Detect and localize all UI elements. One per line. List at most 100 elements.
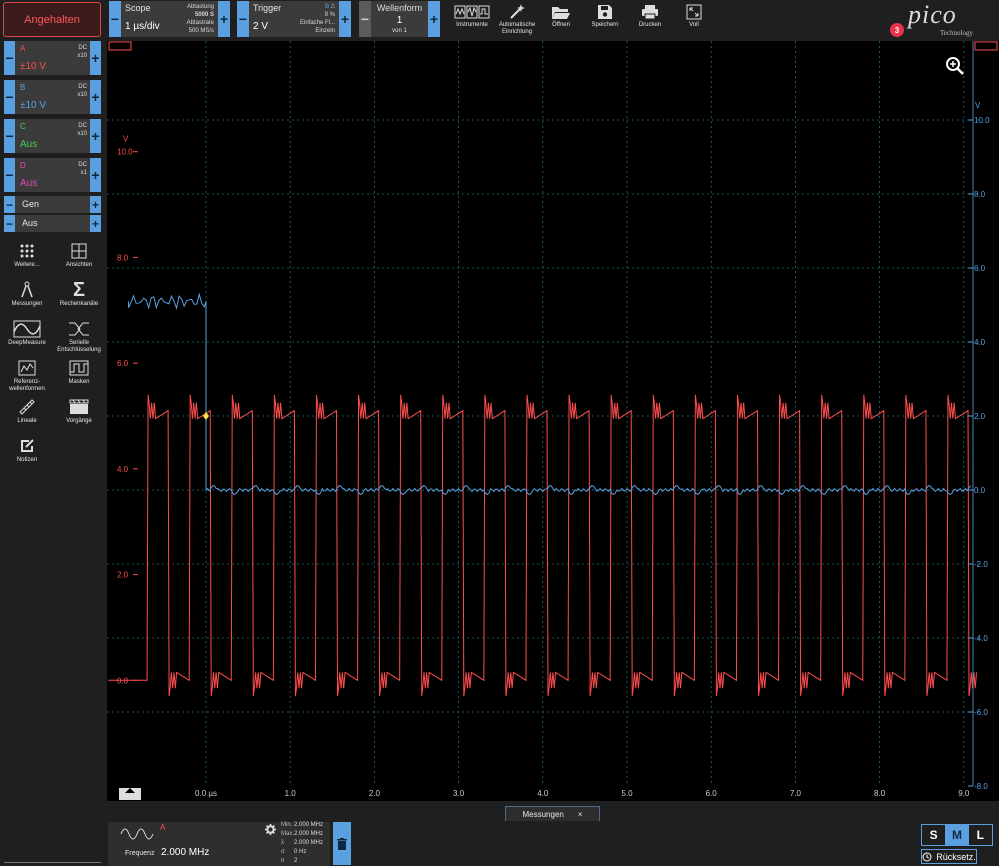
top-toolbar: Angehalten − Scope 1 µs/div Abtastung 50… [0,0,999,40]
trigger-decrease-button[interactable]: − [237,1,249,37]
right-axis-tick: 6.0 [974,264,986,273]
trigger-increase-button[interactable]: + [339,1,351,37]
left-axis-tick: 6.0 [117,359,129,368]
tool-measurements[interactable]: Messungen [2,279,52,308]
channel-a-coupling: DC x10 [77,45,87,59]
measurement-value: 2.000 MHz [161,847,210,858]
fullscreen-button[interactable]: Voll [668,2,720,38]
measurements-tab[interactable]: Messungen × [505,806,600,821]
size-toggle: S M L [921,824,993,846]
channel-a-decrease-button[interactable]: − [4,41,15,75]
tool-views[interactable]: Ansichten [54,240,104,269]
scope-title: Scope [125,3,151,13]
right-axis-tick: 2.0 [974,412,986,421]
save-icon [598,5,612,19]
channel-c-increase-button[interactable]: + [90,119,101,153]
channel-d-coupling: DC x1 [78,162,87,176]
channel-a-control[interactable]: − A DC x10 ±10 V + [4,41,101,75]
tool-notes[interactable]: Notizen [2,435,52,464]
zoom-in-icon [946,57,964,75]
tool-math-channels[interactable]: Σ Rechenkanäle [54,279,104,308]
tool-deepmeasure[interactable]: DeepMeasure [2,318,52,347]
measurements-icon [21,281,33,298]
notifications-badge[interactable]: 3 [890,23,904,37]
size-l-button[interactable]: L [969,825,992,845]
channel-a-increase-button[interactable]: + [90,41,101,75]
pico-logo-subtitle: Technology [940,29,973,37]
tool-serial-decoding[interactable]: Serielle Entschlüsselung [54,318,104,354]
gear-icon[interactable] [265,824,276,835]
trigger-info[interactable]: B ⎍ 9 % Einfache Fl... Einzeln [300,3,335,35]
size-m-button[interactable]: M [945,825,969,845]
channel-b-name: B [20,83,26,92]
waveform-selector: − Wellenform 1 von 1 + [359,1,440,37]
left-axis-unit: V [123,135,129,144]
generator-state-decrease-button[interactable]: − [4,215,15,232]
reset-button[interactable]: Rücksetz. [921,849,977,864]
clapper-icon [69,399,89,414]
tool-rulers[interactable]: Lineale [2,396,52,425]
fullscreen-icon [686,4,702,20]
generator-state-row[interactable]: − Aus + [4,215,101,232]
channel-b-trace [128,292,971,496]
waveform-prev-button[interactable]: − [359,1,371,37]
trigger-marker [203,412,209,420]
left-axis-tick: 8.0 [117,253,129,262]
serial-decode-icon [69,322,89,336]
run-stop-button[interactable]: Angehalten [3,2,101,37]
x-axis-tick: 6.0 [706,789,718,798]
measurement-label: Frequenz [125,850,155,857]
right-axis-tick: -2.0 [974,560,988,569]
ruler-icon [19,399,35,415]
sine-wave-icon [120,828,154,840]
channel-b-coupling: DC x10 [77,84,87,98]
timebase-decrease-button[interactable]: − [109,1,121,37]
generator-decrease-button[interactable]: − [4,196,15,213]
measurements-panel: Messungen × A Frequenz 2.000 MHz Min. 2.0… [0,801,999,866]
tool-actions[interactable]: Vorgänge [54,396,104,425]
reference-waveform-icon [18,360,36,376]
left-axis-tick: 10.0 [117,148,133,157]
right-axis-tick: -4.0 [974,634,988,643]
sigma-icon: Σ [72,278,85,301]
channel-d-control[interactable]: − D DC x1 Aus + [4,158,101,192]
right-axis-tick: -8.0 [974,782,988,791]
tool-more[interactable]: Weitere... [2,240,52,269]
signal-generator-control: − Gen + − Aus + [4,196,101,232]
measurement-stats: Min. 2.000 MHz Max.2.000 MHz x̄ 2.000 MHz … [281,822,324,864]
tool-reference-waveforms[interactable]: Referenz-wellenformen [2,357,52,393]
waveform-chart: V 10.0 8.0 6.0 4.0 2.0 0.0 V 10.0 8.0 6.0 4.0 2.0 0.0… [107,41,998,800]
size-s-button[interactable]: S [922,825,945,845]
oscilloscope-view[interactable]: V 10.0 8.0 6.0 4.0 2.0 0.0 V 10.0 8.0 6.0 4.0 2.0 0.0… [107,41,999,801]
right-axis-tick: 4.0 [974,338,986,347]
channel-d-decrease-button[interactable]: − [4,158,15,192]
generator-state-increase-button[interactable]: + [90,215,101,232]
channel-b-decrease-button[interactable]: − [4,80,15,114]
channel-d-increase-button[interactable]: + [90,158,101,192]
timebase-increase-button[interactable]: + [218,1,230,37]
tool-masks[interactable]: Masken [54,357,104,386]
channel-b-control[interactable]: − B DC x10 ±10 V + [4,80,101,114]
close-icon[interactable]: × [578,810,583,819]
channel-b-increase-button[interactable]: + [90,80,101,114]
sampling-info[interactable]: Abtastung 5000 S Abtastrate 500 MS/s [187,3,214,35]
waveform-next-button[interactable]: + [428,1,440,37]
channel-c-decrease-button[interactable]: − [4,119,15,153]
folder-open-icon [552,7,570,19]
x-axis-tick: 3.0 [453,789,465,798]
x-axis-tick: 9.0 [958,789,970,798]
trigger-level[interactable]: 2 V [253,21,268,32]
right-axis-tick: 8.0 [974,190,986,199]
channel-c-coupling: DC x10 [77,123,87,137]
mask-icon [69,360,89,376]
pico-logo: pico [908,0,957,29]
delete-measurement-button[interactable] [333,822,351,865]
generator-row[interactable]: − Gen + [4,196,101,213]
timebase-value[interactable]: 1 µs/div [125,21,160,32]
channel-d-name: D [20,161,26,170]
channel-c-control[interactable]: − C DC x10 Aus + [4,119,101,153]
right-axis-tick: 10.0 [974,116,990,125]
notes-icon [21,439,34,452]
x-axis-tick: 2.0 [369,789,381,798]
generator-increase-button[interactable]: + [90,196,101,213]
